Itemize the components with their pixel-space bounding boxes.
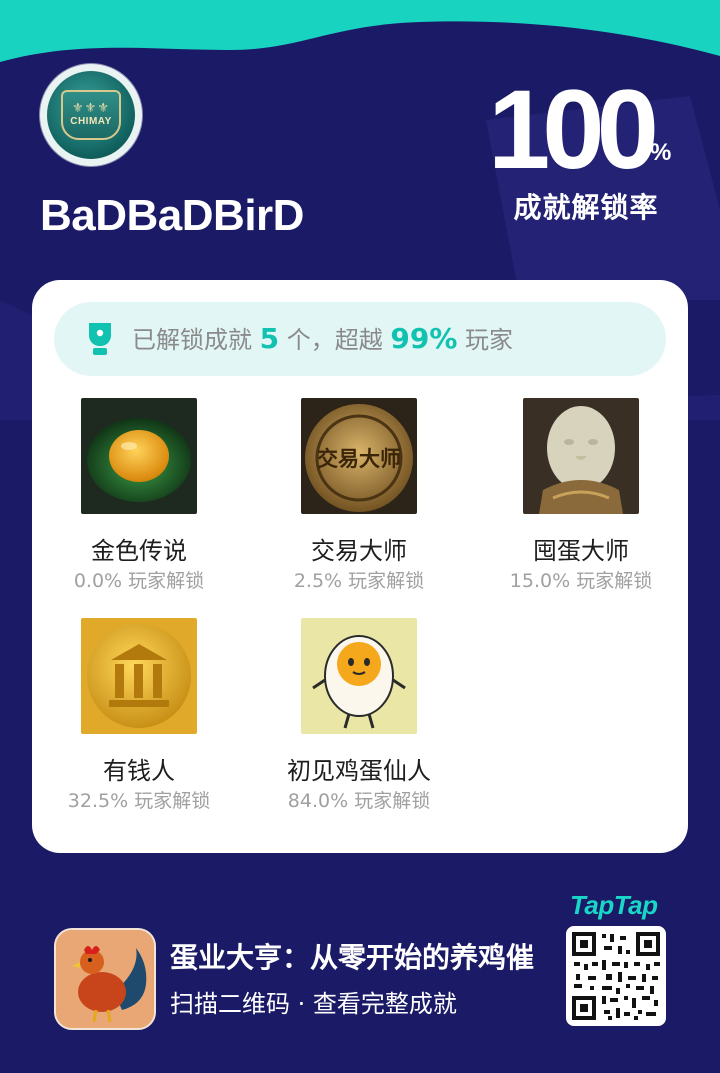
unlock-rate-label: 成就解锁率 xyxy=(513,191,659,224)
achievement-name: 交易大师 xyxy=(311,537,407,565)
achievements-card: 已解锁成就 5 个，超越 99% 玩家 金色传说 0.0% 玩家解锁 交易大师 … xyxy=(32,280,688,853)
achievement-summary-bar: 已解锁成就 5 个，超越 99% 玩家 xyxy=(54,302,666,376)
achievement-unlock-rate: 32.5% 玩家解锁 xyxy=(67,790,211,812)
trophy-icon xyxy=(89,323,111,355)
achievement-name: 金色传说 xyxy=(91,537,187,565)
unlocked-count: 5 xyxy=(259,321,280,355)
achievement-item[interactable]: 初见鸡蛋仙人 84.0% 玩家解锁 xyxy=(254,618,464,814)
username: BaDBaDBirD xyxy=(40,191,304,240)
avatar[interactable]: ⚜⚜⚜ CHIMAY xyxy=(40,64,142,166)
avatar-brand-text: CHIMAY xyxy=(70,116,112,127)
summary-prefix: 已解锁成就 xyxy=(132,325,260,354)
beat-percent: 99% xyxy=(390,321,458,355)
scan-hint-text: 扫描二维码 · 查看完整成就 xyxy=(170,990,457,1018)
achievement-unlock-rate: 15.0% 玩家解锁 xyxy=(509,570,653,592)
summary-suffix: 玩家 xyxy=(457,325,514,354)
unlock-rate-value: 100 xyxy=(488,67,659,192)
fleur-de-lis-icon: ⚜⚜⚜ xyxy=(72,101,110,116)
achievement-name: 初见鸡蛋仙人 xyxy=(287,757,431,785)
avatar-badge: ⚜⚜⚜ CHIMAY xyxy=(47,71,135,159)
achievement-unlock-rate: 84.0% 玩家解锁 xyxy=(287,790,431,812)
qr-code-icon[interactable] xyxy=(566,926,666,1026)
achievement-unlock-rate: 2.5% 玩家解锁 xyxy=(293,570,425,592)
achievement-item[interactable]: 金色传说 0.0% 玩家解锁 xyxy=(34,398,244,594)
rooster-icon[interactable] xyxy=(54,928,156,1030)
achievement-item[interactable]: 囤蛋大师 15.0% 玩家解锁 xyxy=(476,398,686,594)
achievement-item[interactable]: 有钱人 32.5% 玩家解锁 xyxy=(34,618,244,814)
egg-statue-image xyxy=(523,398,639,514)
summary-middle: 个，超越 xyxy=(279,325,391,354)
svg-text:交易大师: 交易大师 xyxy=(317,447,401,471)
taptap-logo[interactable]: TapTap xyxy=(570,890,658,920)
achievement-unlock-rate: 0.0% 玩家解锁 xyxy=(73,570,205,592)
achievement-summary-text: 已解锁成就 5 个，超越 99% 玩家 xyxy=(132,321,514,355)
cartoon-egg-image xyxy=(301,618,417,734)
achievement-name: 囤蛋大师 xyxy=(533,537,629,565)
achievement-name: 有钱人 xyxy=(103,757,175,785)
glass-egg-image xyxy=(81,398,197,514)
achievement-item[interactable]: 交易大师 交易大师 2.5% 玩家解锁 xyxy=(254,398,464,594)
gold-bank-coin-image xyxy=(81,618,197,734)
unlock-rate-percent: % xyxy=(650,139,672,166)
game-title: 蛋业大亨：从零开始的养鸡催 xyxy=(170,941,535,974)
trade-master-coin-image: 交易大师 xyxy=(301,398,417,514)
chimay-shield-icon: ⚜⚜⚜ CHIMAY xyxy=(61,90,121,140)
